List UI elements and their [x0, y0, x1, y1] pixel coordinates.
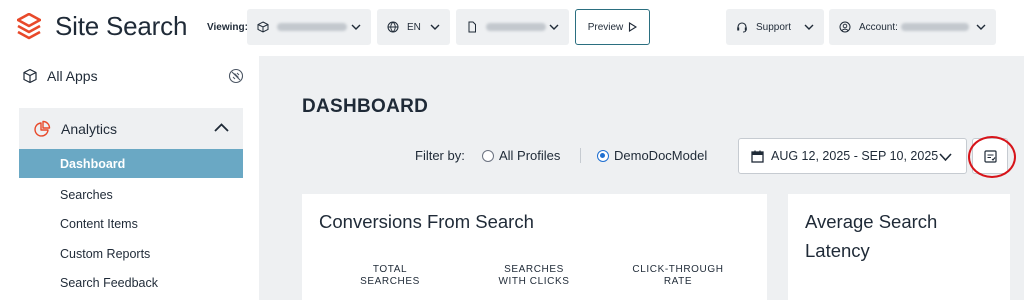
chevron-down-icon — [430, 24, 440, 30]
preview-button-label: Preview — [587, 21, 624, 33]
app-title: Site Search — [55, 11, 188, 41]
radio-circle — [482, 149, 494, 162]
chevron-down-icon — [549, 24, 559, 30]
sidebar-item-content-items[interactable]: Content Items — [19, 209, 243, 238]
filter-all-profiles-radio[interactable]: All Profiles — [482, 148, 560, 163]
chevron-down-icon — [976, 24, 986, 30]
sidebar-item-custom-reports[interactable]: Custom Reports — [19, 239, 243, 268]
unpin-icon[interactable] — [228, 68, 244, 84]
pie-chart-icon — [34, 120, 51, 137]
metric-header-searches-with-clicks: SEARCHES WITH CLICKS — [498, 264, 570, 287]
main-content: DASHBOARD Filter by: All Profiles DemoDo… — [259, 56, 1024, 300]
page-title: DASHBOARD — [302, 96, 429, 117]
all-apps-link[interactable]: All Apps — [22, 68, 98, 84]
save-report-icon — [983, 149, 997, 163]
metric-header-click-through-rate: CLICK-THROUGH RATE — [632, 264, 724, 287]
project-name-redacted — [277, 23, 347, 31]
viewing-label: Viewing: — [207, 22, 248, 33]
all-apps-label: All Apps — [47, 68, 98, 84]
calendar-icon — [751, 150, 764, 163]
environment-dropdown[interactable] — [456, 9, 569, 45]
headset-icon — [737, 22, 747, 33]
metric-header-total-searches: TOTAL SEARCHES — [360, 264, 420, 287]
radio-label: DemoDocModel — [614, 148, 708, 163]
cube-icon — [257, 21, 269, 33]
play-icon — [629, 22, 638, 32]
analytics-section-header[interactable]: Analytics — [19, 108, 243, 150]
cube-icon — [23, 68, 37, 84]
sidebar-item-label: Content Items — [60, 216, 138, 231]
support-label: Support — [756, 21, 792, 33]
sidebar-item-dashboard[interactable]: Dashboard — [19, 149, 243, 178]
filter-by-label: Filter by: — [415, 148, 465, 163]
globe-icon — [387, 21, 399, 33]
top-bar: Site Search Viewing: EN Preview Support … — [0, 0, 1024, 56]
filter-divider — [580, 148, 581, 163]
user-circle-icon — [839, 21, 851, 33]
filter-demodocmodel-radio[interactable]: DemoDocModel — [597, 148, 707, 163]
language-dropdown[interactable]: EN — [377, 9, 450, 45]
average-latency-card: Average Search Latency — [788, 194, 1010, 300]
project-dropdown[interactable] — [247, 9, 371, 45]
card-title: Average Search Latency — [805, 211, 938, 261]
document-icon — [468, 21, 476, 33]
site-search-logo-icon — [17, 13, 41, 40]
preview-button[interactable]: Preview — [575, 9, 650, 45]
sidebar-item-label: Dashboard — [60, 156, 126, 171]
date-range-picker[interactable]: AUG 12, 2025 - SEP 10, 2025 — [738, 138, 967, 174]
environment-name-redacted — [486, 23, 546, 31]
radio-circle-selected — [597, 149, 609, 162]
card-title: Conversions From Search — [319, 211, 534, 232]
analytics-label: Analytics — [61, 121, 118, 137]
sidebar-item-search-feedback[interactable]: Search Feedback — [19, 268, 243, 297]
chevron-up-icon — [214, 123, 229, 132]
chevron-down-icon — [939, 153, 952, 162]
sidebar-item-label: Search Feedback — [60, 275, 158, 290]
account-label: Account: — [859, 21, 898, 33]
chevron-down-icon — [804, 24, 814, 30]
sidebar-item-label: Custom Reports — [60, 246, 151, 261]
sidebar-item-searches[interactable]: Searches — [19, 180, 243, 209]
sidebar: All Apps Analytics Dashboard Searches Co… — [0, 56, 259, 300]
support-dropdown[interactable]: Support — [726, 9, 824, 45]
save-report-button[interactable] — [972, 138, 1008, 174]
language-value: EN — [407, 21, 421, 33]
chevron-down-icon — [351, 24, 361, 30]
date-range-value: AUG 12, 2025 - SEP 10, 2025 — [771, 149, 939, 163]
account-name-redacted — [900, 23, 969, 31]
conversions-card: Conversions From Search TOTAL SEARCHES S… — [302, 194, 767, 300]
radio-label: All Profiles — [499, 148, 561, 163]
account-dropdown[interactable]: Account: — [829, 9, 996, 45]
sidebar-item-label: Searches — [60, 187, 113, 202]
